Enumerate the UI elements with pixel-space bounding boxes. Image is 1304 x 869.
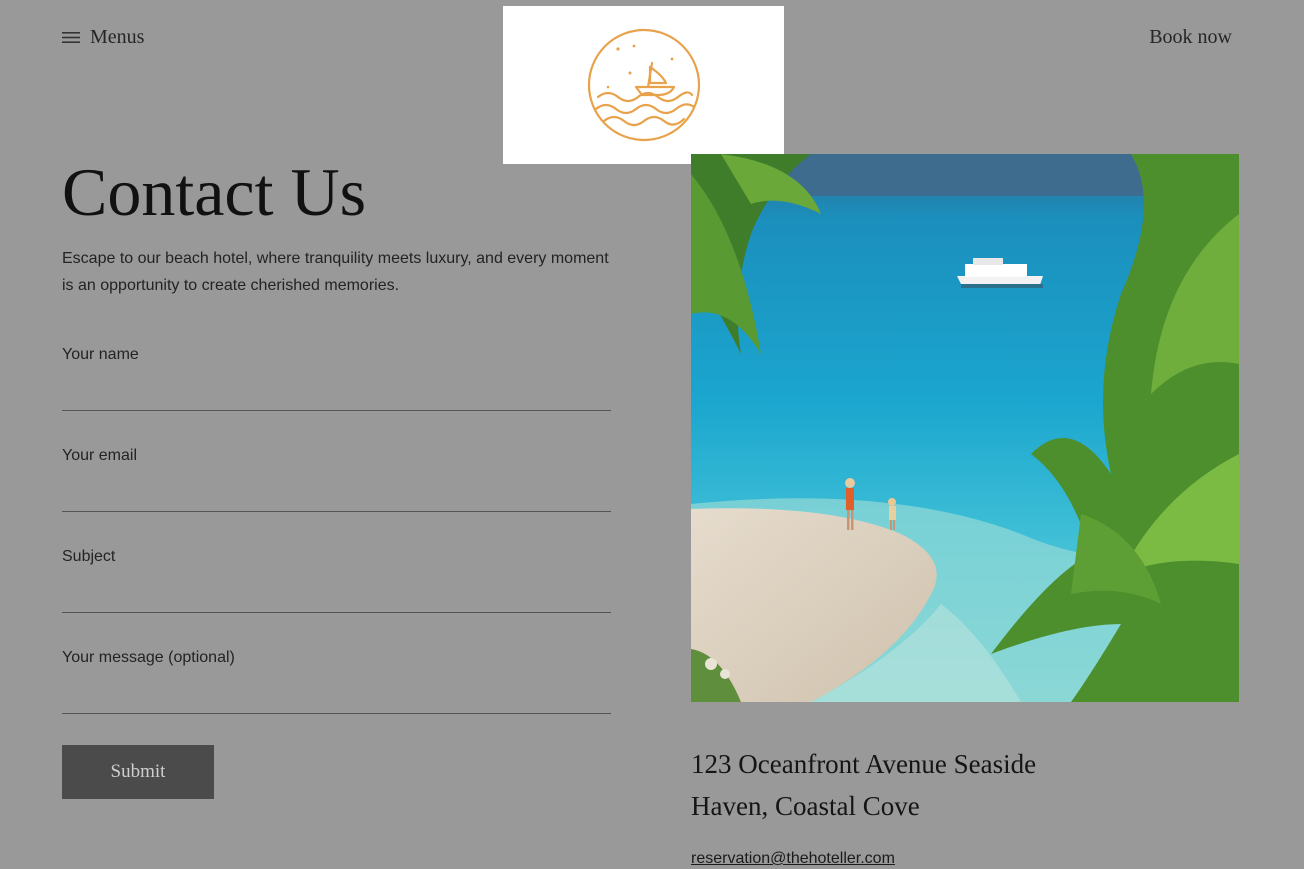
message-label: Your message (optional) [62,649,235,666]
message-input[interactable] [62,678,611,714]
address-line-1: 123 Oceanfront Avenue Seaside [691,749,1037,779]
subject-label: Subject [62,548,116,565]
message-field: Your message (optional) [62,648,611,714]
site-logo[interactable] [503,6,784,164]
menus-button[interactable]: Menus [62,24,144,50]
book-now-link[interactable]: Book now [1149,24,1232,50]
email-field: Your email [62,446,611,512]
hamburger-icon [62,31,80,43]
email-input[interactable] [62,476,611,512]
sailboat-waves-logo [587,28,700,142]
page-title: Contact Us [62,154,367,230]
beach-photo [691,154,1239,702]
reservation-email-link[interactable]: reservation@thehoteller.com [691,849,895,869]
hotel-address: 123 Oceanfront Avenue Seaside Haven, Coa… [691,743,1251,827]
intro-text: Escape to our beach hotel, where tranqui… [62,250,609,294]
subject-field: Subject [62,547,611,613]
name-label: Your name [62,346,139,363]
address-line-2: Haven, Coastal Cove [691,791,920,821]
email-label: Your email [62,447,138,464]
name-input[interactable] [62,375,611,411]
submit-button[interactable]: Submit [62,745,214,799]
contact-page: Menus Book now Contact Us Escape to our … [0,0,1304,869]
subject-input[interactable] [62,577,611,613]
menus-label: Menus [90,26,145,48]
name-field: Your name [62,345,611,411]
beach-photo-image [691,154,1239,702]
